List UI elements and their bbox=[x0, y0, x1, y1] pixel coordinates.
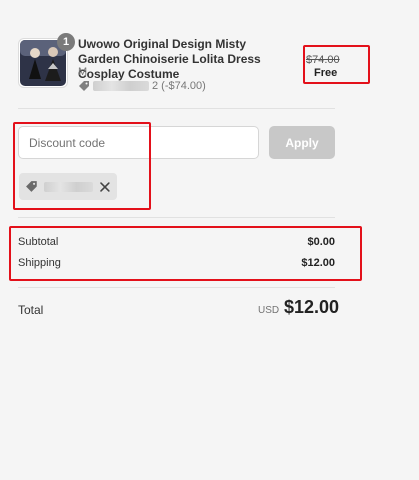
product-discount-amount: 2 (-$74.00) bbox=[152, 80, 206, 92]
discount-highlight-box bbox=[13, 122, 151, 210]
divider bbox=[18, 217, 335, 218]
product-discount: 2 (-$74.00) bbox=[78, 80, 206, 92]
price-highlight-box bbox=[303, 45, 370, 84]
divider bbox=[18, 287, 335, 288]
currency-code: USD bbox=[258, 305, 280, 316]
divider bbox=[18, 108, 335, 109]
total-value: $12.00 bbox=[284, 297, 340, 317]
total-label: Total bbox=[18, 303, 44, 317]
summary-highlight-box bbox=[9, 226, 362, 281]
product-variant: M bbox=[78, 66, 88, 78]
apply-button[interactable]: Apply bbox=[269, 126, 335, 159]
redacted-code bbox=[93, 81, 149, 91]
quantity-badge: 1 bbox=[57, 33, 75, 51]
tag-icon bbox=[79, 81, 89, 91]
product-title: Uwowo Original Design Misty Garden Chino… bbox=[78, 37, 261, 81]
